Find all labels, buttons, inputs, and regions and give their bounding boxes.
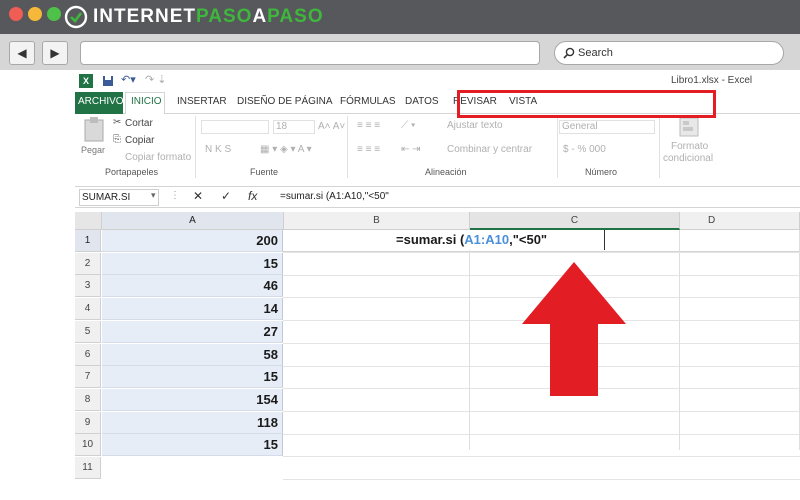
tab-inicio[interactable]: INICIO: [131, 96, 162, 107]
name-box[interactable]: SUMAR.SI: [79, 189, 159, 206]
cut-button[interactable]: Cortar: [125, 118, 153, 129]
active-cell-c1[interactable]: =sumar.si (A1:A10,"<50": [395, 230, 605, 250]
insert-function-icon[interactable]: fx: [248, 189, 257, 203]
cell-a-value[interactable]: 15: [102, 434, 283, 457]
tab-formulas[interactable]: FÓRMULAS: [340, 96, 396, 107]
excel-window: X ↶▾ ↷ ⇣ Libro1.xlsx - Excel ARCHIVO INI…: [75, 70, 800, 500]
browser-titlebar: INTERNETPASOAPASO: [0, 0, 800, 34]
cell-a-value[interactable]: 46: [102, 275, 283, 298]
more-options-icon: ⋮: [170, 190, 180, 201]
forward-arrow-icon: ▶: [50, 46, 60, 60]
excel-title-bar: X ↶▾ ↷ ⇣ Libro1.xlsx - Excel: [75, 70, 800, 92]
workbook-title: Libro1.xlsx - Excel: [671, 75, 753, 86]
undo-icon[interactable]: ↶▾: [121, 73, 136, 86]
bold-italic-underline-buttons[interactable]: N K S: [205, 144, 231, 155]
font-size-select[interactable]: 18: [273, 120, 315, 134]
font-family-select[interactable]: [201, 120, 269, 134]
align-top-icons[interactable]: ≡ ≡ ≡: [357, 120, 380, 131]
forward-button[interactable]: ▶: [42, 41, 68, 65]
column-header-a[interactable]: A: [102, 212, 284, 230]
copy-button[interactable]: Copiar: [125, 135, 154, 146]
conditional-format-label-2[interactable]: condicional: [663, 153, 713, 164]
row-header[interactable]: 9: [75, 411, 101, 434]
wrap-text-button[interactable]: Ajustar texto: [447, 120, 503, 131]
grow-font-icon[interactable]: A˄ A˅: [318, 121, 345, 132]
formula-suffix: ,"<50": [509, 232, 548, 247]
cell-a-value[interactable]: 14: [102, 298, 283, 321]
enter-formula-icon[interactable]: ✓: [221, 189, 231, 203]
number-format-buttons[interactable]: $ - % 000: [563, 144, 606, 155]
search-input[interactable]: Search: [554, 41, 784, 65]
search-label: Search: [578, 47, 613, 59]
cut-icon[interactable]: ✂: [113, 117, 121, 128]
minimize-window-button[interactable]: [28, 7, 42, 21]
conditional-format-icon[interactable]: [678, 116, 700, 138]
brand-name: INTERNETPASOAPASO: [93, 6, 324, 27]
cell-a-value[interactable]: 27: [102, 320, 283, 343]
address-bar[interactable]: [80, 41, 540, 65]
screenshot-frame: INTERNETPASOAPASO ◀ ▶ Search X ↶▾ ↷ ⇣ Li…: [0, 0, 800, 500]
cancel-formula-icon[interactable]: ✕: [193, 189, 203, 203]
clipboard-group-label: Portapapeles: [105, 167, 159, 177]
back-arrow-icon: ◀: [17, 46, 27, 60]
borders-fill-color-icons[interactable]: ▦ ▾ ◈ ▾ A ▾: [260, 144, 312, 155]
row-header[interactable]: 6: [75, 343, 101, 366]
orientation-icon[interactable]: ⟋ ▾: [401, 120, 416, 131]
row-header[interactable]: 10: [75, 434, 101, 457]
paste-label[interactable]: Pegar: [81, 145, 105, 155]
name-box-dropdown-icon[interactable]: ▾: [151, 190, 156, 201]
conditional-format-label-1[interactable]: Formato: [671, 141, 708, 152]
row-header[interactable]: 4: [75, 298, 101, 321]
merge-center-button[interactable]: Combinar y centrar: [447, 144, 532, 155]
cell-a-value[interactable]: 15: [102, 366, 283, 389]
paste-icon[interactable]: [83, 116, 105, 142]
excel-logo-icon: X: [79, 74, 93, 88]
align-left-icons[interactable]: ≡ ≡ ≡: [357, 144, 380, 155]
highlight-box: [457, 90, 716, 118]
formula-range-reference: A1:A10: [464, 232, 510, 247]
number-group-label: Número: [585, 167, 618, 177]
formula-input[interactable]: =sumar.si (A1:A10,"<50": [280, 191, 389, 202]
redo-icon[interactable]: ↷ ⇣: [145, 73, 167, 86]
back-button[interactable]: ◀: [9, 41, 35, 65]
cell-a-value[interactable]: 154: [102, 388, 283, 411]
row-header[interactable]: 5: [75, 320, 101, 343]
column-header-d[interactable]: D: [680, 212, 800, 230]
save-icon[interactable]: [102, 75, 114, 87]
number-format-select[interactable]: General: [559, 120, 655, 134]
row-header[interactable]: 11: [75, 457, 101, 479]
search-icon: [563, 47, 575, 59]
column-header-c[interactable]: C: [470, 212, 680, 230]
close-window-button[interactable]: [9, 7, 23, 21]
formula-bar: SUMAR.SI ▾ ⋮ ✕ ✓ fx =sumar.si (A1:A10,"<…: [75, 186, 800, 208]
cell-a-value[interactable]: 15: [102, 252, 283, 275]
copy-icon[interactable]: ⎘: [113, 134, 121, 145]
tab-archivo[interactable]: ARCHIVO: [78, 96, 124, 107]
select-all-corner[interactable]: [75, 212, 102, 230]
tab-diseno-pagina[interactable]: DISEÑO DE PÁGINA: [237, 96, 333, 107]
cell-a-value[interactable]: 200: [102, 230, 283, 252]
row-header[interactable]: 3: [75, 275, 101, 298]
alignment-group-label: Alineación: [425, 167, 467, 177]
cell-a-value[interactable]: 118: [102, 411, 283, 434]
row-header[interactable]: 2: [75, 252, 101, 275]
row-header[interactable]: 7: [75, 366, 101, 389]
tab-insertar[interactable]: INSERTAR: [177, 96, 227, 107]
brand-logo-icon: [64, 5, 88, 29]
browser-navbar: ◀ ▶ Search: [0, 34, 800, 70]
formula-prefix: =sumar.si (: [396, 232, 465, 247]
row-header[interactable]: 1: [75, 230, 101, 252]
column-header-b[interactable]: B: [284, 212, 470, 230]
indent-icons[interactable]: ⇤ ⇥: [401, 144, 421, 155]
font-group-label: Fuente: [250, 167, 279, 177]
row-header[interactable]: 8: [75, 388, 101, 411]
maximize-window-button[interactable]: [47, 7, 61, 21]
cell-a-value[interactable]: 58: [102, 343, 283, 366]
format-painter-button[interactable]: Copiar formato: [125, 152, 191, 163]
tab-datos[interactable]: DATOS: [405, 96, 439, 107]
red-up-arrow-icon: [522, 262, 626, 396]
